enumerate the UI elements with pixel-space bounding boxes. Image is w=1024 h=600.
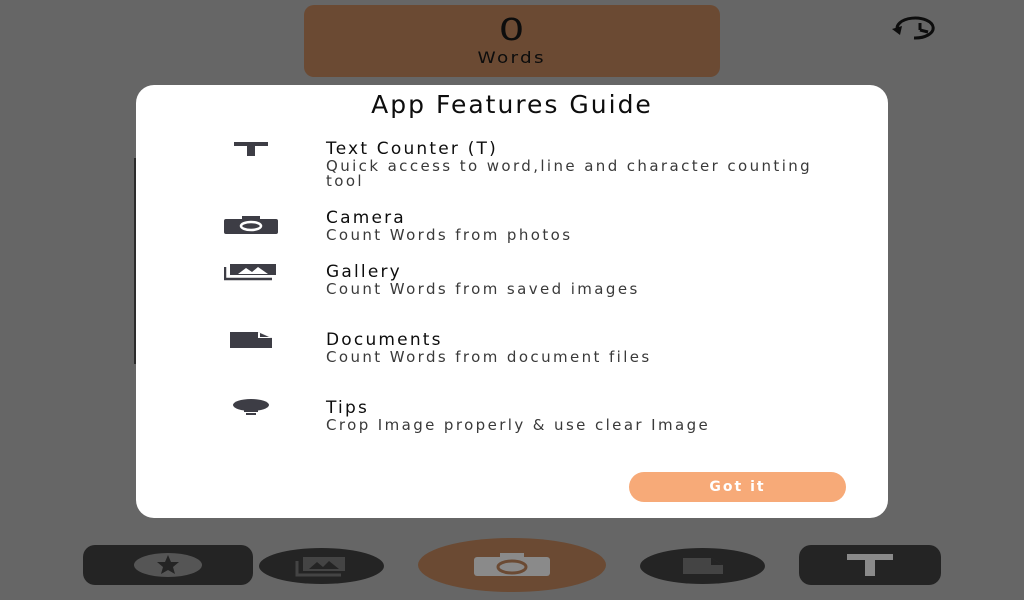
feature-desc-camera: Count Words from photos [326,226,573,244]
word-counter-display: 0 Words [304,5,720,77]
feature-desc-tips: Crop Image properly & use clear Image [326,416,711,434]
gallery-button[interactable] [259,548,384,584]
history-button[interactable] [890,14,948,44]
lightbulb-icon [232,399,270,421]
favorites-button[interactable] [83,545,253,585]
documents-button[interactable] [640,548,765,584]
document-icon [682,558,723,574]
camera-icon [474,553,550,576]
word-count-value: 0 [499,12,525,48]
feature-title-documents: Documents [326,330,443,350]
word-count-label: Words [477,47,547,67]
feature-desc-text-counter: Quick access to word,line and character … [326,157,813,190]
features-guide-dialog: App Features Guide Text Counter (T) Quic… [136,85,888,518]
got-it-button[interactable]: Got it [629,472,846,502]
history-icon [892,16,935,40]
camera-icon [224,216,278,238]
dialog-title: App Features Guide [371,90,653,119]
feature-desc-gallery: Count Words from saved images [326,280,640,298]
feature-title-tips: Tips [326,398,370,418]
text-icon [232,141,270,160]
gallery-icon [295,557,345,577]
text-counter-button[interactable] [799,545,941,585]
camera-button[interactable] [418,538,606,592]
feature-title-camera: Camera [326,208,406,228]
text-icon [847,554,893,576]
document-icon [230,332,272,352]
star-icon [134,553,202,577]
feature-title-text-counter: Text Counter (T) [326,139,498,159]
feature-desc-documents: Count Words from document files [326,348,652,366]
gallery-icon [223,264,278,285]
feature-title-gallery: Gallery [326,262,402,282]
